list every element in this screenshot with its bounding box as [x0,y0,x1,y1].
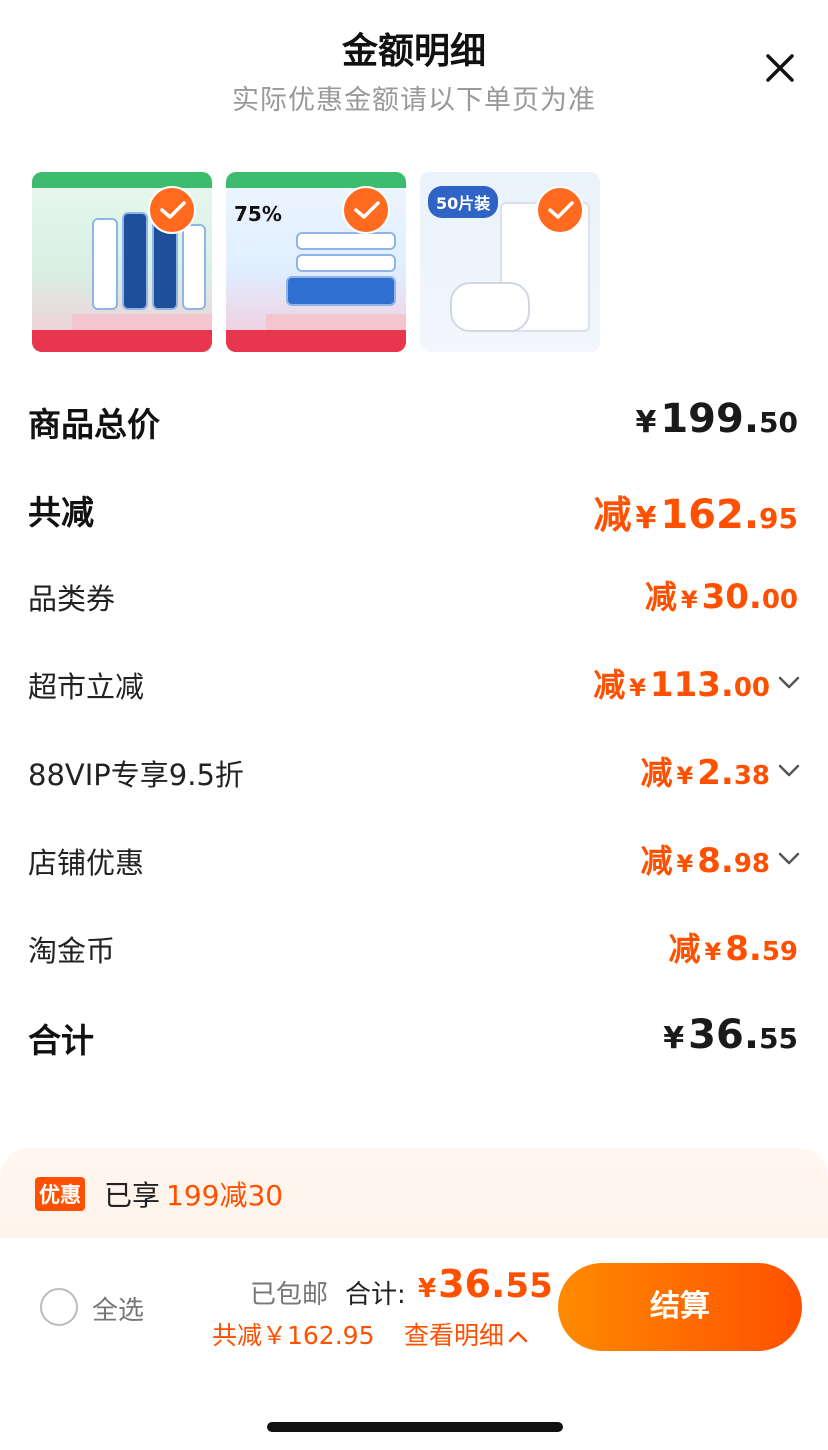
product-pack [92,218,118,310]
chevron-down-icon[interactable] [778,764,800,778]
promo-prefix: 已享 [104,1179,161,1212]
row-amount: 减 ¥8.59 [668,929,798,969]
selected-check-badge [536,186,584,234]
row-amount: ¥36.55 [663,1012,798,1058]
row-label: 店铺优惠 [28,846,145,880]
chevron-down-icon[interactable] [778,676,800,690]
row-amount: 减 ¥8.98 [640,841,770,881]
promo-banner: 优惠 已享 199减30 [0,1148,828,1238]
discount-row[interactable]: 店铺优惠 减 ¥8.98 [0,816,828,904]
checkout-bar: 全选 已包邮 合计: ¥36.55 共减￥162.95 查看明细 结算 [0,1238,828,1450]
grand-total-row: 合计 ¥36.55 [0,992,828,1080]
row-label: 淘金币 [28,934,116,968]
select-all-radio[interactable] [40,1288,78,1326]
selected-check-badge [342,186,390,234]
mask-illustration [450,282,530,332]
row-amount: 减 ¥30.00 [644,577,798,617]
checkout-button[interactable]: 结算 [558,1263,802,1351]
product-pack [296,254,396,272]
close-button[interactable] [760,48,800,88]
product-badge-text: 75% [234,202,282,226]
row-label: 商品总价 [28,405,160,444]
check-icon [160,201,186,219]
thumbnail-banner [226,172,406,188]
product-pack [296,232,396,250]
product-pack [182,224,206,310]
row-amount: 减 ¥2.38 [640,753,770,793]
home-indicator [267,1422,563,1432]
total-amount: ¥36.55 [418,1262,553,1306]
product-thumbnail[interactable]: 75% [226,172,406,352]
thumbnail-strip [226,330,406,352]
row-label: 品类券 [28,582,116,616]
total-label: 合计: [345,1280,406,1310]
chevron-up-icon [508,1331,528,1343]
row-amount: 减 ¥162.95 [593,492,798,538]
product-thumbnail[interactable] [32,172,212,352]
check-icon [354,201,380,219]
discount-row[interactable]: 88VIP专享9.5折 减 ¥2.38 [0,728,828,816]
check-icon [548,201,574,219]
discount-row: 品类券 减 ¥30.00 [0,552,828,640]
discount-row: 淘金币 减 ¥8.59 [0,904,828,992]
view-details-label: 查看明细 [404,1321,505,1350]
view-details-link[interactable]: 查看明细 [404,1316,528,1352]
sheet-header: 金额明细 实际优惠金额请以下单页为准 [0,0,828,130]
product-thumbnails: 75% 50片装 [32,172,600,354]
row-amount: ¥199.50 [635,396,798,442]
thumbnail-banner [32,172,212,188]
selected-check-badge [148,186,196,234]
subtotal-row: 商品总价 ¥199.50 [0,376,828,464]
select-all-label[interactable]: 全选 [92,1290,144,1327]
chevron-down-icon[interactable] [778,852,800,866]
shipping-status: 已包邮 [250,1280,329,1310]
thumbnail-strip [266,314,406,330]
row-label: 88VIP专享9.5折 [28,758,244,792]
sheet-subtitle: 实际优惠金额请以下单页为准 [232,85,596,116]
promo-tag: 优惠 [35,1177,85,1211]
discount-row[interactable]: 超市立减 减 ¥113.00 [0,640,828,728]
product-thumbnail[interactable]: 50片装 [420,172,600,352]
product-pack [286,276,396,306]
thumbnail-strip [72,314,212,330]
saved-amount: 共减￥162.95 [212,1321,375,1350]
product-pack [122,212,148,310]
total-discount-row: 共减 减 ¥162.95 [0,464,828,552]
row-label: 合计 [28,1021,94,1060]
row-amount: 减 ¥113.00 [593,665,770,705]
sheet-title: 金额明细 [341,31,486,72]
row-label: 共减 [28,493,94,532]
row-label: 超市立减 [28,670,145,704]
product-badge-text: 50片装 [428,186,499,218]
thumbnail-strip [32,330,212,352]
close-icon [766,54,794,82]
promo-highlight: 199减30 [166,1179,284,1212]
